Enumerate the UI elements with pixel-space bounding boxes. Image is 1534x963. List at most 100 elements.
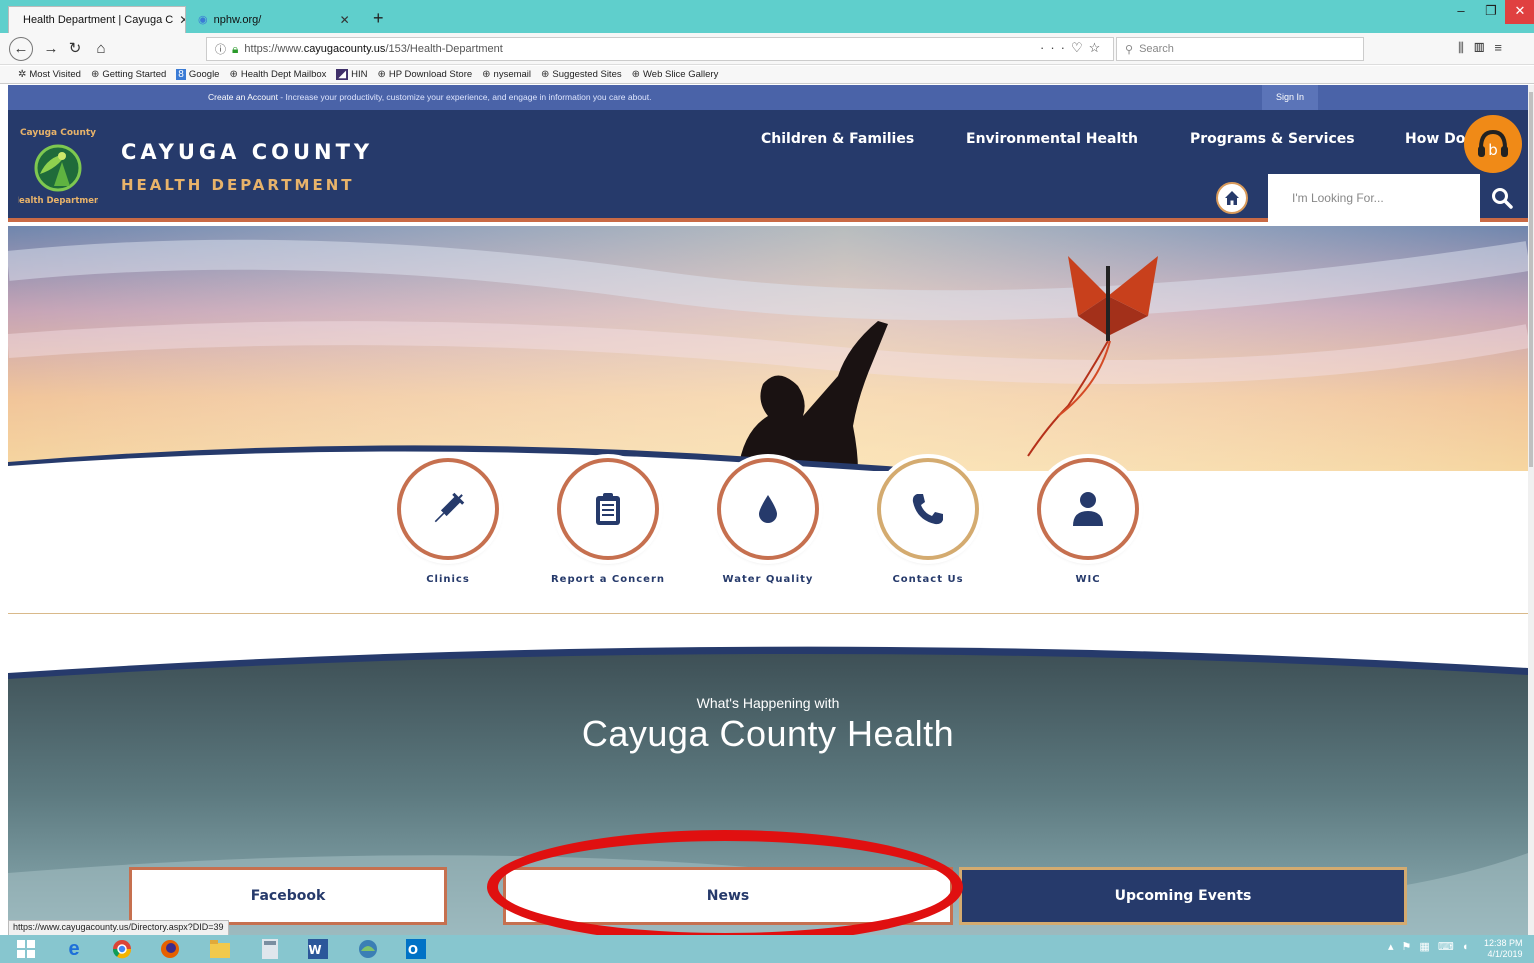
tab-health-department[interactable]: Health Department | Cayuga C ✕ (8, 6, 186, 33)
quick-link-wic[interactable]: WIC (1037, 458, 1139, 585)
chrome-icon[interactable] (110, 938, 134, 960)
new-tab-icon[interactable]: + (373, 8, 384, 29)
volume-icon[interactable]: ◖ (1462, 941, 1477, 953)
bookmark-hin[interactable]: ◢ HIN (336, 69, 367, 80)
sign-in-button[interactable]: Sign In (1262, 85, 1318, 110)
bookmark-most-visited[interactable]: ✲ Most Visited (18, 69, 81, 80)
gear-icon: ✲ (18, 69, 27, 80)
globe-icon: ⊕ (541, 69, 550, 80)
bookmark-google[interactable]: 8 Google (176, 69, 219, 80)
sidebar-icon[interactable]: ▥ (1474, 40, 1494, 55)
minimize-icon[interactable]: – (1446, 0, 1476, 24)
org-name[interactable]: CAYUGA COUNTY (121, 140, 373, 164)
tray-chevron-icon[interactable]: ▴ (1388, 941, 1402, 953)
bookmark-suggested-sites[interactable]: ⊕ Suggested Sites (541, 69, 622, 80)
quick-link-water-quality[interactable]: Water Quality (717, 458, 819, 585)
nav-environmental-health[interactable]: Environmental Health (966, 131, 1138, 147)
hero-banner-image (8, 226, 1528, 471)
toolbar-icons: ⫼▥≡ (1458, 40, 1512, 56)
system-tray: ▴⚑▦⌨◖ (1388, 940, 1476, 953)
quick-link-circle[interactable] (877, 458, 979, 560)
quick-link-report-concern[interactable]: Report a Concern (551, 458, 664, 585)
syringe-icon (434, 492, 465, 523)
org-department[interactable]: HEALTH DEPARTMENT (121, 176, 354, 194)
window-close-icon[interactable]: ✕ (1505, 0, 1534, 24)
quick-link-circle[interactable] (1037, 458, 1139, 560)
calculator-icon[interactable] (258, 938, 282, 960)
globe-icon: ⊕ (229, 69, 238, 80)
home-button[interactable] (1216, 182, 1248, 214)
svg-text:Cayuga County: Cayuga County (20, 128, 96, 138)
quick-link-circle[interactable] (397, 458, 499, 560)
browser-search-input[interactable]: ⚲ Search (1116, 37, 1364, 61)
reload-icon[interactable]: ↻ (62, 37, 88, 61)
forward-arrow-icon[interactable]: → (38, 37, 64, 61)
bookmark-web-slice-gallery[interactable]: ⊕ Web Slice Gallery (632, 69, 719, 80)
link-status-url: https://www.cayugacounty.us/Directory.as… (8, 920, 229, 936)
word-icon[interactable]: W (306, 938, 330, 960)
section-divider (8, 613, 1528, 614)
globe-icon: ⊕ (377, 69, 386, 80)
flag-icon[interactable]: ⚑ (1402, 941, 1420, 953)
svg-text:W: W (308, 943, 321, 957)
house-icon (1225, 191, 1239, 205)
firefox-icon[interactable] (158, 938, 182, 960)
keyboard-icon[interactable]: ⌨ (1438, 941, 1462, 953)
home-icon[interactable]: ⌂ (88, 37, 114, 61)
facebook-button[interactable]: Facebook (129, 867, 447, 925)
close-tab-icon[interactable]: ✕ (179, 13, 185, 27)
pocket-icon[interactable]: ♡ (1071, 40, 1089, 55)
tab-nphw[interactable]: ◉ nphw.org/ ✕ (190, 6, 366, 33)
hin-icon: ◢ (336, 69, 349, 80)
menu-icon[interactable]: ≡ (1494, 40, 1512, 55)
bookmark-hp-download-store[interactable]: ⊕ HP Download Store (377, 69, 472, 80)
bookmark-health-dept-mailbox[interactable]: ⊕ Health Dept Mailbox (229, 69, 326, 80)
upcoming-events-button[interactable]: Upcoming Events (959, 867, 1407, 925)
google-icon: 8 (176, 69, 186, 80)
svg-text:Health Department: Health Department (18, 196, 98, 206)
scrollbar-thumb[interactable] (1529, 92, 1533, 467)
close-tab-icon[interactable]: ✕ (340, 13, 350, 27)
quick-link-circle[interactable] (717, 458, 819, 560)
clock-time: 12:38 PM (1484, 938, 1523, 948)
clock-date: 4/1/2019 (1487, 949, 1523, 959)
library-icon[interactable]: ⫼ (1458, 40, 1474, 55)
restore-icon[interactable]: ❐ (1476, 0, 1506, 24)
water-drop-icon (759, 495, 777, 523)
highlight-ellipse-annotation (487, 830, 963, 944)
lock-icon[interactable]: 🔒︎ (232, 42, 238, 57)
happening-title: Cayuga County Health (581, 713, 955, 754)
bookmark-getting-started[interactable]: ⊕ Getting Started (91, 69, 166, 80)
site-search-button[interactable] (1482, 182, 1522, 214)
nav-children-families[interactable]: Children & Families (761, 131, 914, 147)
globe-favicon-icon: ◉ (198, 14, 208, 26)
network-icon[interactable]: ▦ (1419, 941, 1437, 953)
address-bar[interactable]: ⓘ 🔒︎ https://www.cayugacounty.us/153/Hea… (206, 37, 1114, 61)
quick-link-label: Contact Us (892, 574, 964, 585)
info-icon[interactable]: ⓘ (215, 41, 226, 57)
health-department-logo[interactable]: Cayuga County Health Department (18, 126, 98, 206)
web-page: Create an Account - Increase your produc… (8, 85, 1528, 935)
browsealoud-icon[interactable]: b (1464, 115, 1522, 173)
globe-icon: ⊕ (90, 69, 100, 80)
network-app-icon[interactable] (356, 938, 380, 960)
taskbar-clock[interactable]: 12:38 PM 4/1/2019 (1484, 938, 1523, 960)
quick-link-contact-us[interactable]: Contact Us (877, 458, 979, 585)
quick-link-circle[interactable] (557, 458, 659, 560)
tab-title: nphw.org/ (213, 13, 262, 26)
svg-text:b: b (1488, 141, 1498, 159)
nav-programs-services[interactable]: Programs & Services (1190, 131, 1355, 147)
internet-explorer-icon[interactable]: e (62, 938, 86, 960)
create-account-link[interactable]: Create an Account (208, 92, 278, 102)
more-actions-icon[interactable]: ··· (1040, 40, 1071, 55)
bookmark-nysemail[interactable]: ⊕ nysemail (482, 69, 531, 80)
search-icon: ⚲ (1125, 43, 1134, 56)
site-search-input[interactable]: I'm Looking For... (1268, 174, 1480, 222)
back-arrow-icon[interactable]: ← (9, 37, 33, 61)
quick-link-clinics[interactable]: Clinics (397, 458, 499, 585)
bookmark-star-icon[interactable]: ☆ (1089, 40, 1107, 55)
notice-text: Create an Account - Increase your produc… (208, 92, 652, 102)
file-explorer-icon[interactable] (208, 938, 232, 960)
outlook-icon[interactable]: O (404, 938, 428, 960)
windows-start-icon[interactable] (14, 938, 38, 960)
